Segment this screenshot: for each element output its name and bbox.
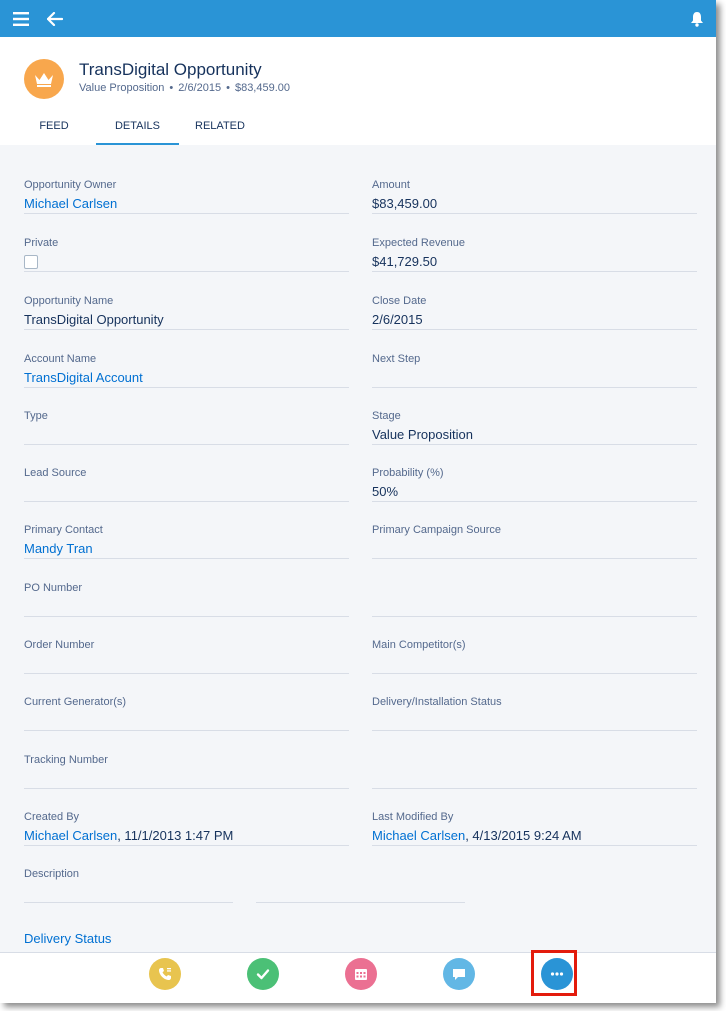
last-modified-date: , 4/13/2015 9:24 AM <box>465 828 582 843</box>
field-last-modified-by: Last Modified By Michael Carlsen, 4/13/2… <box>372 788 697 846</box>
private-checkbox[interactable] <box>24 255 38 269</box>
back-arrow-icon[interactable] <box>44 0 66 37</box>
field-tracking-number: Tracking Number <box>24 731 349 789</box>
field-next-step: Next Step <box>372 330 697 388</box>
record-stage: Value Proposition <box>79 82 165 94</box>
field-created-by: Created By Michael Carlsen, 11/1/2013 1:… <box>24 788 349 846</box>
account-name-link[interactable]: TransDigital Account <box>24 370 143 385</box>
primary-contact-link[interactable]: Mandy Tran <box>24 541 93 556</box>
field-po-number: PO Number <box>24 559 349 617</box>
last-modified-by-user-link[interactable]: Michael Carlsen <box>372 828 465 843</box>
post-icon[interactable] <box>443 958 475 990</box>
field-close-date: Close Date 2/6/2015 <box>372 272 697 330</box>
field-probability: Probability (%) 50% <box>372 444 697 502</box>
field-current-generators: Current Generator(s) <box>24 673 349 731</box>
record-header: TransDigital Opportunity Value Propositi… <box>0 37 716 146</box>
created-by-user-link[interactable]: Michael Carlsen <box>24 828 117 843</box>
crown-icon <box>24 59 64 99</box>
field-opportunity-owner: Opportunity Owner Michael Carlsen <box>24 156 349 214</box>
hamburger-menu-icon[interactable] <box>10 0 32 37</box>
field-description: Description <box>24 845 233 903</box>
field-expected-revenue: Expected Revenue $41,729.50 <box>372 214 697 272</box>
record-subtitle: Value Proposition • 2/6/2015 • $83,459.00 <box>79 82 291 94</box>
field-delivery-installation-status: Delivery/Installation Status <box>372 673 697 731</box>
notification-bell-icon[interactable] <box>686 0 708 37</box>
field-type: Type <box>24 387 349 445</box>
log-call-icon[interactable] <box>149 958 181 990</box>
field-private: Private <box>24 214 349 272</box>
highlight-box <box>531 950 577 996</box>
field-empty-slot <box>372 731 697 789</box>
opportunity-owner-link[interactable]: Michael Carlsen <box>24 196 117 211</box>
field-main-competitors: Main Competitor(s) <box>372 616 697 674</box>
field-opportunity-name: Opportunity Name TransDigital Opportunit… <box>24 272 349 330</box>
record-tabs: FEED DETAILS RELATED <box>0 109 716 146</box>
created-by-date: , 11/1/2013 1:47 PM <box>117 828 234 843</box>
new-task-icon[interactable] <box>247 958 279 990</box>
record-amount: $83,459.00 <box>234 82 291 94</box>
field-primary-contact: Primary Contact Mandy Tran <box>24 501 349 559</box>
tab-related[interactable]: RELATED <box>186 109 254 144</box>
field-primary-campaign-source: Primary Campaign Source <box>372 501 697 559</box>
action-bar <box>0 952 716 1003</box>
field-account-name: Account Name TransDigital Account <box>24 330 349 388</box>
field-order-number: Order Number <box>24 616 349 674</box>
field-stage: Stage Value Proposition <box>372 387 697 445</box>
top-navigation-bar <box>0 0 716 37</box>
tab-feed[interactable]: FEED <box>24 109 84 144</box>
field-empty-slot <box>372 559 697 617</box>
field-amount: Amount $83,459.00 <box>372 156 697 214</box>
new-event-icon[interactable] <box>345 958 377 990</box>
record-title: TransDigital Opportunity <box>79 60 262 79</box>
tab-details[interactable]: DETAILS <box>96 109 179 145</box>
delivery-status-section-link[interactable]: Delivery Status <box>24 931 111 946</box>
app-frame: TransDigital Opportunity Value Propositi… <box>0 0 716 1003</box>
field-description-extra <box>256 845 465 903</box>
details-panel: Opportunity Owner Michael Carlsen Amount… <box>0 145 716 952</box>
record-close-date: 2/6/2015 <box>178 82 222 94</box>
field-lead-source: Lead Source <box>24 444 349 502</box>
